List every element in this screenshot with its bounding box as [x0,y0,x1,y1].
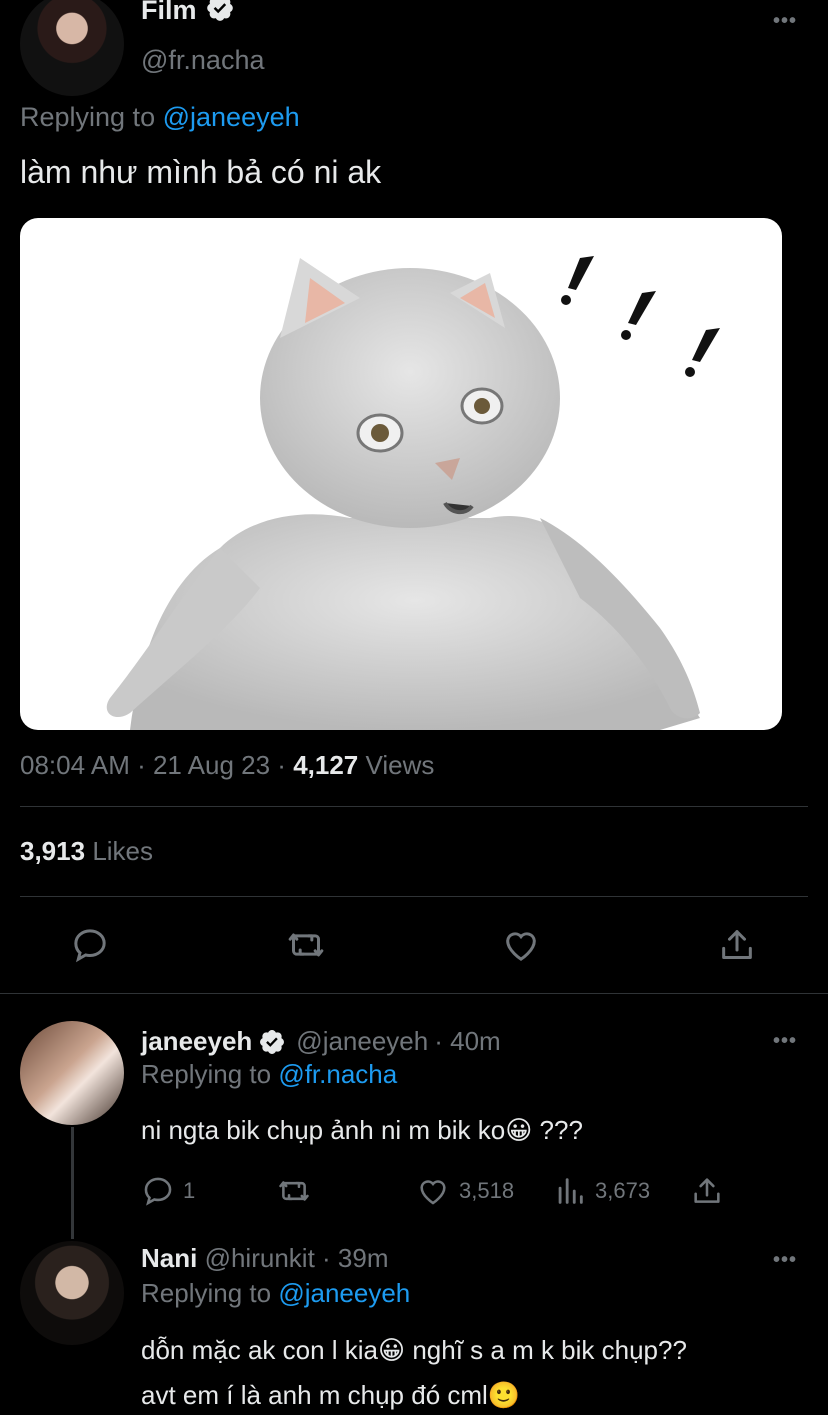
retweet-button[interactable] [285,925,327,965]
reply1-handle[interactable]: @janeeyeh [296,1026,428,1057]
reply2-header: Nani @hirunkit · 39m [141,1243,389,1274]
replying-handle-link[interactable]: @janeeyeh [278,1278,410,1308]
views-chart-icon [558,1178,583,1204]
heart-icon [420,1180,446,1205]
like-button[interactable] [500,925,542,965]
reply1-replying-to: Replying to @fr.nacha [141,1059,397,1090]
heart-icon [506,932,536,961]
reply1-display-name[interactable]: janeeyeh [141,1026,252,1057]
tweet-timestamp[interactable]: 08:04 AM · 21 Aug 23 · [20,750,293,780]
reply1-header: janeeyeh @janeeyeh · 40m [141,1026,501,1057]
likes-label: Likes [92,836,154,866]
author-avatar[interactable] [20,0,124,96]
replying-handle-link[interactable]: @fr.nacha [278,1059,397,1089]
tweet-text: làm như mình bả có ni ak [20,154,382,190]
reply-icon [74,929,106,963]
reply-avatar-nani[interactable] [20,1241,124,1345]
reply1-views-button[interactable]: 3,673 [553,1174,650,1208]
reply-icon [144,1177,172,1206]
reply2-display-name[interactable]: Nani [141,1243,197,1273]
replying-prefix: Replying to [141,1059,272,1089]
reply2-replying-to: Replying to @janeeyeh [141,1278,410,1309]
author-display-name[interactable]: Film [141,0,197,27]
tweet-media-image[interactable] [20,218,782,730]
share-icon [722,930,752,959]
author-handle[interactable]: @fr.nacha [141,45,264,76]
more-options-icon[interactable]: ••• [773,1249,797,1272]
views-count: 4,127 [293,750,359,780]
verified-badge-icon [205,0,235,28]
cat-meme-illustration [106,256,720,730]
share-icon [694,1178,720,1203]
reply-button[interactable] [70,925,110,965]
retweet-icon [279,1181,309,1201]
replying-prefix: Replying to [20,102,156,132]
reply1-like-button[interactable]: 3,518 [415,1174,514,1208]
reply2-text-line1: dỗn mặc ak con l kia😀 nghĩ s a m k bik c… [141,1335,687,1365]
reply1-like-count: 3,518 [459,1178,515,1203]
divider [0,993,828,994]
tweet-meta: 08:04 AM · 21 Aug 23 · 4,127 Views [20,750,434,781]
reply1-views-count: 3,673 [595,1178,651,1203]
reply1-retweet-button[interactable] [276,1174,312,1208]
likes-count: 3,913 [20,836,86,866]
share-button[interactable] [716,925,758,965]
reply1-text: ni ngta bik chụp ảnh ni m bik ko😀 ??? [141,1115,583,1145]
thread-line [71,1127,74,1239]
reply1-share-button[interactable] [690,1174,724,1208]
verified-badge-icon [260,1029,285,1054]
author-name-row[interactable]: Film [141,0,235,34]
replying-to: Replying to @janeeyeh [20,102,300,133]
reply2-handle[interactable]: @hirunkit [205,1243,315,1273]
more-options-icon[interactable]: ••• [773,1030,797,1053]
views-label: Views [365,750,435,780]
divider [20,896,808,897]
more-options-icon[interactable]: ••• [773,10,797,33]
divider [20,806,808,807]
reply2-time: · 39m [322,1243,389,1273]
reply1-reply-count: 1 [183,1178,196,1203]
replying-prefix: Replying to [141,1278,272,1308]
reply1-reply-button[interactable]: 1 [141,1174,195,1208]
replying-handle-link[interactable]: @janeeyeh [163,102,300,132]
reply2-text-line2: avt em í là anh m chụp đó cml🙂 [141,1380,521,1410]
reply-avatar-janeeyeh[interactable] [20,1021,124,1125]
reply1-time: · 40m [434,1026,501,1056]
retweet-icon [288,933,324,957]
likes-stat[interactable]: 3,913 Likes [20,836,153,867]
